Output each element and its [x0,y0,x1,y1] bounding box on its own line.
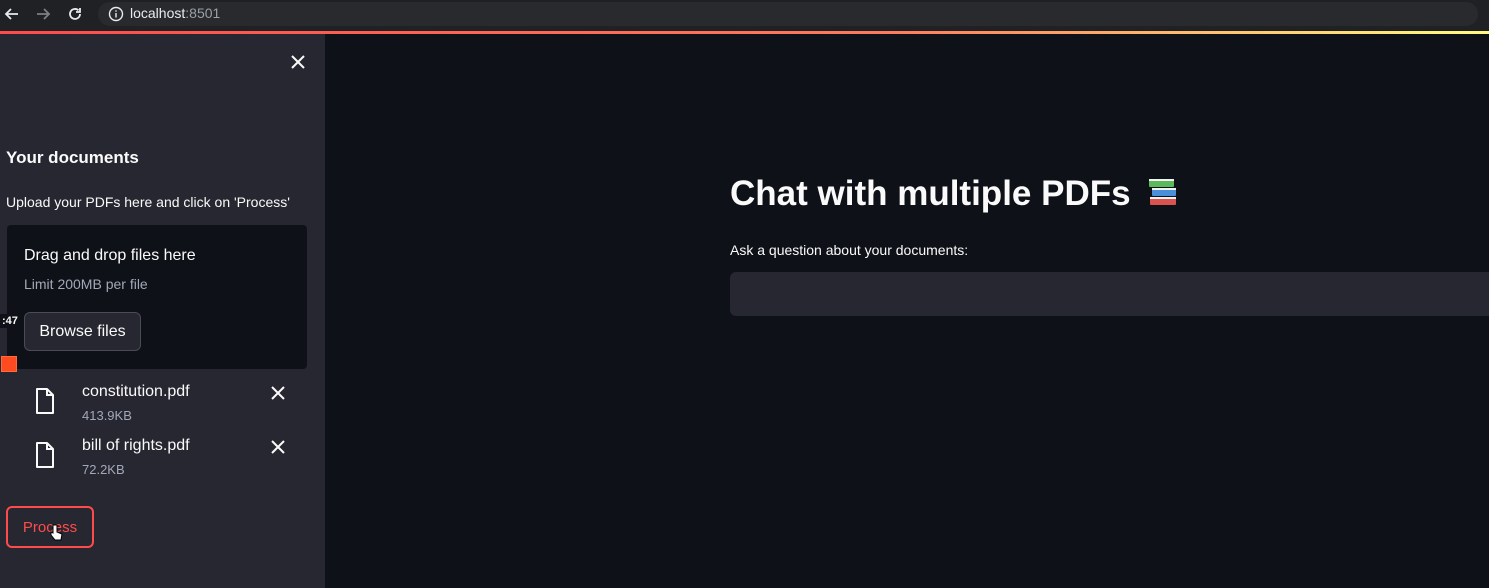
remove-file-icon[interactable] [270,385,286,401]
page-title: Chat with multiple PDFs [730,174,1180,214]
close-icon[interactable] [288,52,308,72]
question-input[interactable] [730,272,1489,316]
question-label: Ask a question about your documents: [730,242,969,258]
reload-icon [69,8,81,20]
file-size: 413.9KB [82,408,132,423]
browse-files-button[interactable]: Browse files [24,312,141,351]
arrow-right-icon [37,8,51,20]
file-name: constitution.pdf [82,383,190,400]
hand-cursor-icon [50,524,63,541]
dropzone-limit: Limit 200MB per file [24,276,148,292]
address-bar[interactable]: localhost:8501 [98,2,1478,26]
file-name: bill of rights.pdf [82,437,190,454]
url-port: :8501 [185,5,221,21]
dropzone-title: Drag and drop files here [24,247,196,264]
uploaded-file-item: bill of rights.pdf 72.2KB [0,437,325,487]
books-icon [1149,179,1177,205]
remove-file-icon[interactable] [270,439,286,455]
back-button[interactable] [2,4,22,24]
sidebar-heading: Your documents [6,148,139,167]
file-size: 72.2KB [82,462,125,477]
arrow-left-icon [4,8,18,20]
url-host: localhost [130,5,186,21]
forward-button[interactable] [33,4,53,24]
recording-timer: :47 [0,314,20,328]
main-content: Chat with multiple PDFs Ask a question a… [325,34,1489,588]
url-text: localhost:8501 [130,5,220,21]
browser-toolbar: localhost:8501 [0,0,1489,31]
page-title-text: Chat with multiple PDFs [730,174,1131,213]
stop-recording-icon[interactable] [1,356,17,372]
sidebar: Your documents Upload your PDFs here and… [0,34,325,588]
reload-button[interactable] [65,4,85,24]
file-icon [36,388,54,414]
file-icon [36,442,54,468]
upload-label: Upload your PDFs here and click on 'Proc… [6,194,290,210]
info-icon[interactable] [108,6,124,22]
uploaded-file-item: constitution.pdf 413.9KB [0,383,325,433]
